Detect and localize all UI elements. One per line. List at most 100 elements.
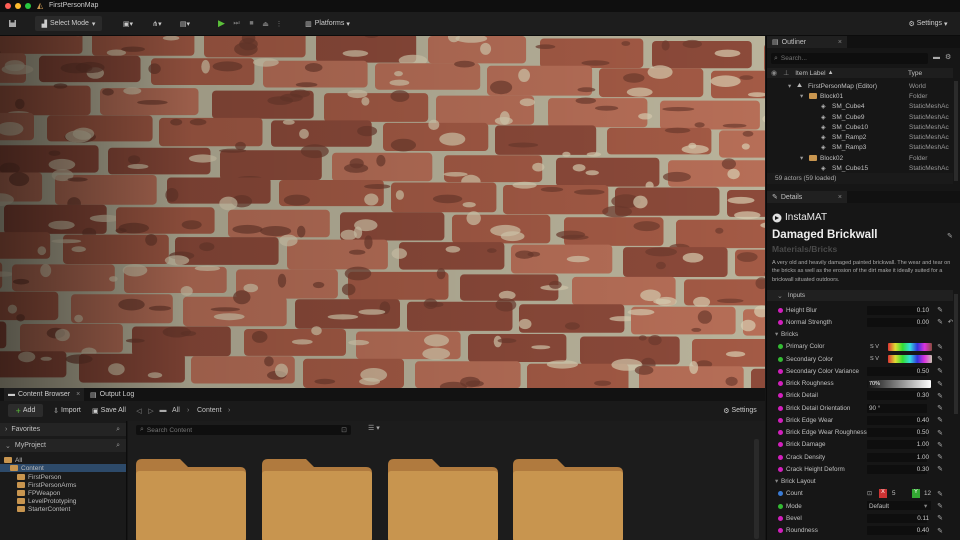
- favorites-header[interactable]: › Favorites ⌕: [0, 423, 126, 436]
- details-property-row[interactable]: Secondary Color S V ✎: [767, 353, 953, 365]
- pin-connector-icon[interactable]: [778, 442, 783, 448]
- column-item-label[interactable]: Item Label: [795, 70, 825, 77]
- folder-tile[interactable]: [136, 459, 246, 540]
- pencil-icon[interactable]: ✎: [937, 367, 943, 375]
- lock-icon[interactable]: ⊡: [867, 490, 872, 497]
- select-mode-dropdown[interactable]: ▟ Select Mode ▾: [35, 16, 102, 31]
- settings-dropdown[interactable]: ⚙ Settings ▾: [902, 16, 954, 31]
- reset-icon[interactable]: ↶: [948, 319, 953, 326]
- details-property-row[interactable]: Brick Detail Orientation 90 ° ✎: [767, 402, 953, 414]
- gear-icon[interactable]: ⚙: [945, 53, 951, 61]
- pencil-icon[interactable]: ✎: [937, 380, 943, 388]
- color-swatch[interactable]: [888, 342, 932, 351]
- tree-item-content[interactable]: Content: [0, 464, 126, 472]
- pin-connector-icon[interactable]: [778, 515, 783, 521]
- outliner-row[interactable]: ▾ ⛰ FirstPersonMap (Editor) World: [767, 81, 953, 91]
- play-button[interactable]: ▶: [215, 16, 228, 31]
- details-property-row[interactable]: Crack Density 1.00 ✎: [767, 451, 953, 463]
- pencil-icon[interactable]: ✎: [937, 502, 943, 510]
- close-window-button[interactable]: [5, 3, 11, 9]
- pencil-icon[interactable]: ✎: [947, 232, 953, 240]
- pin-connector-icon[interactable]: [778, 368, 783, 374]
- details-property-row[interactable]: Crack Height Deform 0.30 ✎: [767, 463, 953, 475]
- pin-connector-icon[interactable]: [778, 430, 783, 435]
- save-search-icon[interactable]: ⊡: [341, 426, 347, 434]
- pencil-icon[interactable]: ✎: [937, 527, 943, 535]
- details-property-row[interactable]: Count ⊡ X 5 Y 12 ✎: [767, 488, 953, 500]
- pin-connector-icon[interactable]: [778, 454, 783, 460]
- outliner-search-box[interactable]: ⌕: [771, 53, 928, 64]
- details-property-row[interactable]: Brick Detail 0.30 ✎: [767, 390, 953, 402]
- pin-connector-icon[interactable]: [778, 393, 783, 399]
- details-property-row[interactable]: Primary Color S V ✎: [767, 341, 953, 353]
- pencil-icon[interactable]: ✎: [937, 318, 943, 326]
- details-property-row[interactable]: Normal Strength 0.00 ✎ ↶: [767, 316, 953, 328]
- tree-item-startercontent[interactable]: StarterContent: [17, 505, 70, 513]
- asset-scrollbar[interactable]: [754, 439, 759, 539]
- outliner-row[interactable]: ◈ SM_Cube4 StaticMeshAc: [767, 102, 953, 112]
- level-viewport[interactable]: [0, 36, 765, 388]
- pencil-icon[interactable]: ✎: [937, 306, 943, 314]
- pin-connector-icon[interactable]: [778, 356, 783, 362]
- outliner-row[interactable]: ◈ SM_Ramp3 StaticMeshAc: [767, 143, 953, 153]
- content-search-input[interactable]: [146, 426, 317, 434]
- details-subsection-header[interactable]: ▾ Bricks: [767, 329, 953, 341]
- pencil-icon[interactable]: ✎: [937, 465, 943, 473]
- cinematics-button[interactable]: ▤ ▾: [175, 16, 195, 31]
- chevron-down-icon[interactable]: ▾: [800, 92, 803, 100]
- pencil-icon[interactable]: ✎: [937, 355, 943, 363]
- folder-tile[interactable]: [513, 459, 623, 540]
- back-button[interactable]: ◁: [134, 404, 144, 417]
- platforms-dropdown[interactable]: ▥ Platforms ▾: [300, 16, 355, 31]
- pencil-icon[interactable]: ✎: [937, 490, 943, 498]
- pin-connector-icon[interactable]: [778, 307, 783, 313]
- pin-connector-icon[interactable]: [778, 491, 783, 497]
- pin-connector-icon[interactable]: [778, 503, 783, 509]
- pin-connector-icon[interactable]: [778, 381, 783, 386]
- pencil-icon[interactable]: ✎: [937, 404, 943, 412]
- step-button[interactable]: ⏭: [230, 16, 243, 31]
- maximize-window-button[interactable]: [25, 3, 31, 9]
- outliner-row[interactable]: ▾ Block01 Folder: [767, 91, 953, 101]
- folder-tile[interactable]: [388, 459, 498, 540]
- details-property-row[interactable]: Roundness 0.40 ✎: [767, 525, 953, 537]
- minimize-window-button[interactable]: [15, 3, 21, 9]
- tree-item-levelprototyping[interactable]: LevelPrototyping: [17, 497, 76, 505]
- play-options-button[interactable]: ⋮: [274, 16, 284, 31]
- folder-tile[interactable]: [262, 459, 372, 540]
- pin-connector-icon[interactable]: [778, 466, 783, 472]
- import-button[interactable]: ⇩ Import: [50, 404, 84, 417]
- chevron-down-icon[interactable]: ▾: [800, 154, 803, 162]
- pin-icon[interactable]: ⊥: [783, 69, 789, 77]
- chevron-down-icon[interactable]: ▾: [788, 82, 791, 90]
- pencil-icon[interactable]: ✎: [937, 392, 943, 400]
- details-property-row[interactable]: Brick Edge Wear Roughness 0.50 ✎: [767, 427, 953, 439]
- stop-button[interactable]: ■: [245, 16, 258, 31]
- details-property-row[interactable]: Brick Edge Wear 0.40 ✎: [767, 414, 953, 426]
- outliner-row[interactable]: ◈ SM_Ramp2 StaticMeshAc: [767, 133, 953, 143]
- details-property-row[interactable]: Secondary Color Variance 0.50 ✎: [767, 365, 953, 377]
- search-icon[interactable]: ⌕: [116, 426, 120, 434]
- details-property-row[interactable]: Brick Roughness 70% ✎: [767, 378, 953, 390]
- details-property-row[interactable]: Mode Default ▾ ✎: [767, 500, 953, 512]
- pin-connector-icon[interactable]: [778, 319, 783, 325]
- pencil-icon[interactable]: ✎: [937, 441, 943, 449]
- pencil-icon[interactable]: ✎: [937, 453, 943, 461]
- tree-item-fpweapon[interactable]: FPWeapon: [17, 489, 60, 497]
- pin-connector-icon[interactable]: [778, 417, 783, 423]
- breadcrumb-content[interactable]: Content: [197, 407, 222, 414]
- close-icon[interactable]: ×: [76, 391, 80, 398]
- details-scrollbar[interactable]: [954, 294, 958, 414]
- count-y-value[interactable]: 12: [924, 490, 931, 497]
- pencil-icon[interactable]: ✎: [937, 429, 943, 437]
- details-property-row[interactable]: Bevel 0.11 ✎: [767, 512, 953, 524]
- pin-connector-icon[interactable]: [778, 344, 783, 350]
- save-all-button[interactable]: ▣ Save All: [90, 404, 128, 417]
- eject-button[interactable]: ⏏: [259, 16, 272, 31]
- outliner-search-input[interactable]: [780, 55, 921, 62]
- add-button[interactable]: + Add: [8, 404, 43, 417]
- breadcrumb-all[interactable]: All: [172, 407, 180, 414]
- filter-button[interactable]: ☰ ▾: [368, 424, 380, 432]
- count-x-value[interactable]: 5: [892, 490, 896, 497]
- outliner-scrollbar[interactable]: [954, 81, 958, 181]
